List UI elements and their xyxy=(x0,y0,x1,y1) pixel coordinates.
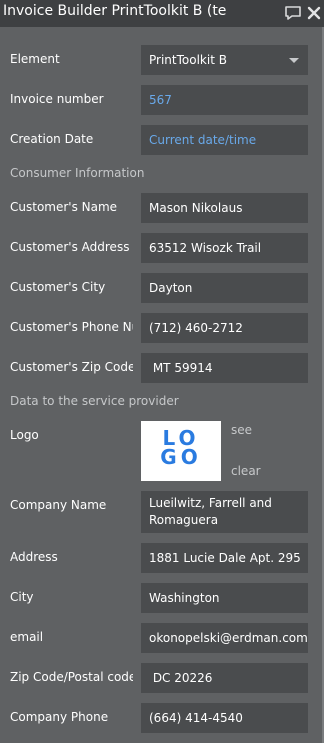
close-icon[interactable] xyxy=(307,5,321,24)
invoice-number-field[interactable]: 567 xyxy=(141,85,308,115)
logo-text: LOGO xyxy=(160,426,202,469)
provider-section-heading: Data to the service provider xyxy=(10,394,179,408)
chevron-down-icon xyxy=(289,58,299,63)
company-name-label: Company Name xyxy=(10,498,107,512)
customer-address-label: Customer's Address xyxy=(10,240,130,254)
company-city-label: City xyxy=(10,590,34,604)
company-name-field[interactable]: Lueilwitz, Farrell and Romaguera xyxy=(141,491,308,533)
consumer-section-heading: Consumer Information xyxy=(10,166,145,180)
company-address-label: Address xyxy=(10,550,58,564)
customer-name-label: Customer's Name xyxy=(10,200,118,214)
company-email-label: email xyxy=(10,630,44,644)
customer-phone-label: Customer's Phone Nu xyxy=(10,320,133,334)
customer-name-field[interactable]: Mason Nikolaus xyxy=(141,193,308,223)
element-dropdown-value: PrintToolkit B xyxy=(149,53,227,67)
company-phone-field[interactable]: (664) 414-4540 xyxy=(141,703,308,733)
panel-header: Invoice Builder PrintToolkit B (te xyxy=(0,0,324,27)
logo-see-link[interactable]: see xyxy=(231,423,252,437)
logo-clear-link[interactable]: clear xyxy=(231,464,261,478)
customer-zip-field[interactable]: MT 59914 xyxy=(141,353,308,383)
company-email-field[interactable]: okonopelski@erdman.com xyxy=(141,623,308,653)
creation-date-field[interactable]: Current date/time xyxy=(141,125,308,155)
comment-icon[interactable] xyxy=(284,5,302,25)
customer-address-field[interactable]: 63512 Wisozk Trail xyxy=(141,233,308,263)
panel-title: Invoice Builder PrintToolkit B (te xyxy=(3,3,227,19)
company-zip-field[interactable]: DC 20226 xyxy=(141,663,308,693)
company-address-field[interactable]: 1881 Lucie Dale Apt. 295 xyxy=(141,543,308,573)
customer-city-field[interactable]: Dayton xyxy=(141,273,308,303)
logo-label: Logo xyxy=(10,428,39,442)
element-dropdown[interactable]: PrintToolkit B xyxy=(141,45,308,75)
company-zip-label: Zip Code/Postal code xyxy=(10,670,133,684)
customer-phone-field[interactable]: (712) 460-2712 xyxy=(141,313,308,343)
property-editor: Element PrintToolkit B Invoice number 56… xyxy=(0,27,324,743)
company-city-field[interactable]: Washington xyxy=(141,583,308,613)
company-phone-label: Company Phone xyxy=(10,710,109,724)
logo-image[interactable]: LOGO xyxy=(141,421,221,481)
invoice-number-label: Invoice number xyxy=(10,92,104,106)
element-label: Element xyxy=(10,52,60,66)
creation-date-label: Creation Date xyxy=(10,132,94,146)
customer-city-label: Customer's City xyxy=(10,280,106,294)
customer-zip-label: Customer's Zip Code/ xyxy=(10,360,133,374)
